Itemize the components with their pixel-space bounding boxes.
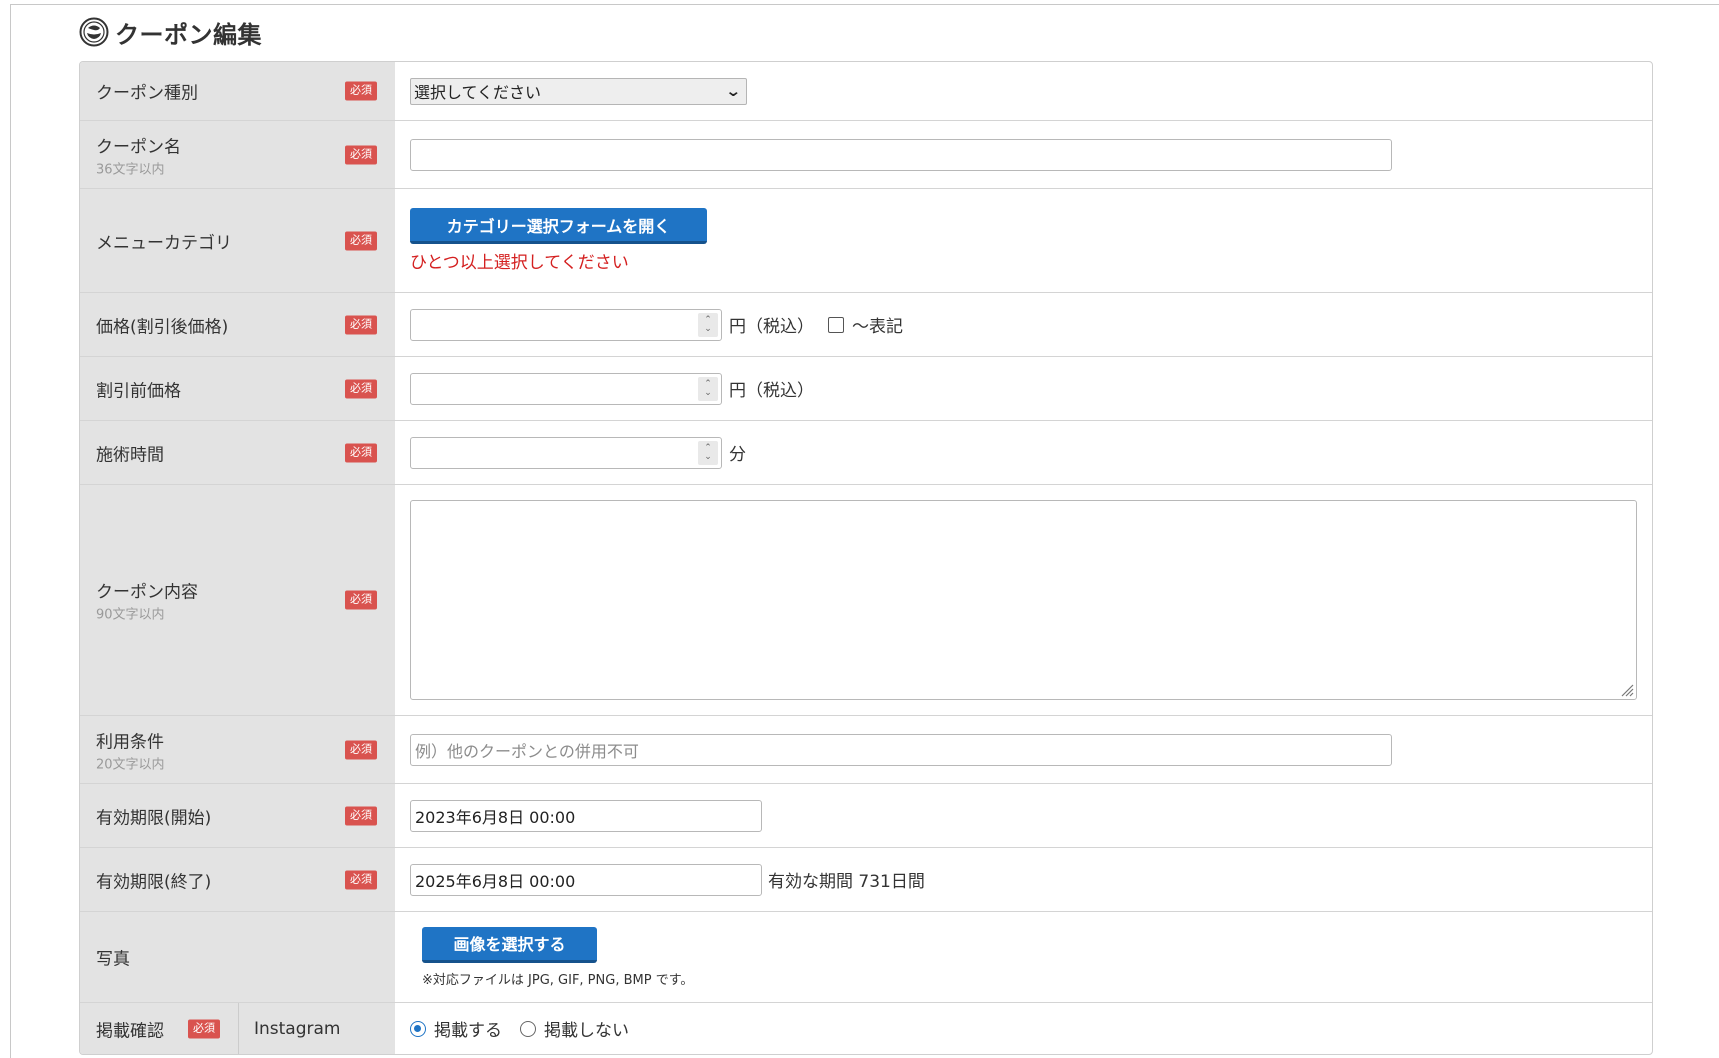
resize-handle-icon[interactable] — [1620, 683, 1634, 697]
coupon-content-limit: 90文字以内 — [96, 607, 165, 623]
price-label: 価格(割引後価格) — [96, 317, 229, 337]
publish-yes-label[interactable]: 掲載する — [434, 1016, 502, 1041]
price-unit: 円（税込） — [729, 317, 814, 337]
row-duration: 施術時間 必須 ⌃ ⌄ 分 — [80, 420, 1652, 484]
open-category-form-button[interactable]: カテゴリー選択フォームを開く — [410, 208, 707, 244]
tilde-notation-label: 〜表記 — [852, 317, 903, 337]
original-price-label: 割引前価格 — [96, 381, 181, 401]
publish-yes-radio[interactable] — [410, 1020, 426, 1037]
required-badge: 必須 — [345, 590, 377, 610]
number-spinner-icon[interactable]: ⌃ ⌄ — [698, 312, 718, 337]
conditions-input[interactable]: 例）他のクーポンとの併用不可 — [410, 733, 1392, 766]
required-badge: 必須 — [345, 870, 377, 889]
conditions-label: 利用条件 — [96, 732, 164, 752]
publish-no-radio[interactable] — [520, 1020, 536, 1037]
valid-start-label: 有効期限(開始) — [96, 808, 212, 828]
duration-unit: 分 — [729, 445, 746, 465]
page-header: クーポン編集 — [79, 16, 262, 49]
coupon-content-label: クーポン内容 — [96, 582, 198, 603]
row-valid-end: 有効期限(終了) 必須 2025年6月8日 00:00 有効な期間 731日間 — [80, 847, 1652, 911]
required-badge: 必須 — [188, 1019, 220, 1038]
number-spinner-icon[interactable]: ⌃ ⌄ — [698, 440, 718, 465]
valid-start-input[interactable]: 2023年6月8日 00:00 — [410, 799, 762, 832]
category-error-message: ひとつ以上選択してください — [410, 253, 629, 273]
required-badge: 必須 — [345, 145, 377, 164]
select-image-button[interactable]: 画像を選択する — [422, 926, 597, 963]
required-badge: 必須 — [345, 231, 377, 250]
required-badge: 必須 — [345, 740, 377, 759]
required-badge: 必須 — [345, 315, 377, 334]
coupon-form: クーポン種別 必須 選択してください ⌄ クーポン名 36文字以内 必須 メニュ… — [79, 61, 1653, 1055]
row-coupon-content: クーポン内容 90文字以内 必須 — [80, 484, 1652, 715]
row-original-price: 割引前価格 必須 ⌃ ⌄ 円（税込） — [80, 356, 1652, 420]
photo-label: 写真 — [96, 949, 130, 970]
page-title: クーポン編集 — [115, 20, 262, 49]
required-badge: 必須 — [345, 806, 377, 825]
coupon-name-limit: 36文字以内 — [96, 162, 165, 177]
coupon-content-textarea[interactable] — [410, 500, 1637, 700]
duration-label: 施術時間 — [96, 445, 164, 465]
original-price-unit: 円（税込） — [729, 381, 814, 401]
coupon-name-label: クーポン名 — [96, 137, 181, 157]
required-badge: 必須 — [345, 379, 377, 398]
row-valid-start: 有効期限(開始) 必須 2023年6月8日 00:00 — [80, 783, 1652, 847]
row-price: 価格(割引後価格) 必須 ⌃ ⌄ 円（税込） 〜表記 — [80, 292, 1652, 356]
file-type-note: ※対応ファイルは JPG, GIF, PNG, BMP です。 — [422, 972, 694, 988]
duration-input[interactable]: ⌃ ⌄ — [410, 436, 722, 469]
row-publish: 掲載確認 必須 Instagram 掲載する 掲載しない — [80, 1002, 1652, 1054]
salon-logo-icon — [79, 17, 109, 47]
row-menu-category: メニューカテゴリ 必須 カテゴリー選択フォームを開く ひとつ以上選択してください — [80, 188, 1652, 292]
coupon-name-input[interactable] — [410, 138, 1392, 171]
chevron-down-icon: ⌄ — [725, 82, 742, 100]
valid-end-input[interactable]: 2025年6月8日 00:00 — [410, 863, 762, 896]
row-coupon-type: クーポン種別 必須 選択してください ⌄ — [80, 62, 1652, 120]
tilde-notation-checkbox[interactable] — [828, 316, 844, 333]
price-input[interactable]: ⌃ ⌄ — [410, 308, 722, 341]
instagram-label: Instagram — [254, 1018, 341, 1039]
valid-period-text: 有効な期間 731日間 — [768, 872, 925, 892]
publish-no-label[interactable]: 掲載しない — [544, 1016, 629, 1041]
coupon-type-label: クーポン種別 — [96, 83, 198, 104]
publish-label: 掲載確認 — [96, 1021, 164, 1041]
coupon-type-select[interactable]: 選択してください ⌄ — [410, 77, 747, 105]
required-badge: 必須 — [345, 81, 377, 101]
row-conditions: 利用条件 20文字以内 必須 例）他のクーポンとの併用不可 — [80, 715, 1652, 783]
conditions-limit: 20文字以内 — [96, 757, 165, 772]
row-photo: 写真 画像を選択する ※対応ファイルは JPG, GIF, PNG, BMP で… — [80, 911, 1652, 1002]
number-spinner-icon[interactable]: ⌃ ⌄ — [698, 376, 718, 401]
required-badge: 必須 — [345, 443, 377, 462]
menu-category-label: メニューカテゴリ — [96, 233, 232, 253]
conditions-placeholder: 例）他のクーポンとの併用不可 — [415, 741, 639, 761]
row-coupon-name: クーポン名 36文字以内 必須 — [80, 120, 1652, 188]
original-price-input[interactable]: ⌃ ⌄ — [410, 372, 722, 405]
valid-end-label: 有効期限(終了) — [96, 872, 212, 892]
